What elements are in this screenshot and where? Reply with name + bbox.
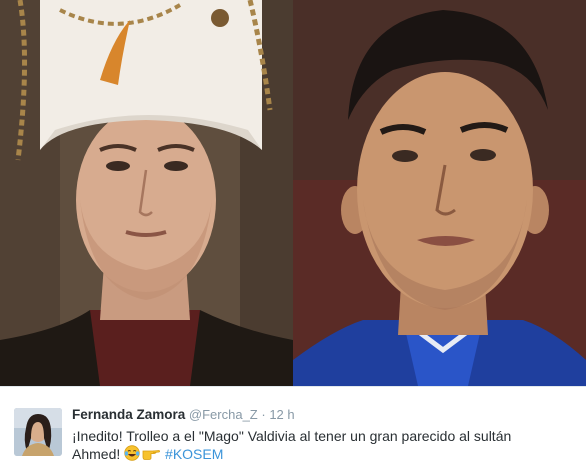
avatar[interactable] (14, 408, 62, 456)
tweet-timestamp[interactable]: 12 h (269, 407, 294, 422)
footballer-illustration (293, 0, 586, 386)
tweet-body: Fernanda Zamora @Fercha_Z · 12 h ¡Inedit… (72, 406, 577, 463)
footballer-photo[interactable] (293, 0, 586, 386)
tweet-text-line-2: Ahmed! #KOSEM (72, 445, 577, 463)
tweet-photos[interactable] (0, 0, 586, 386)
separator-dot: · (261, 407, 266, 422)
tweet-text: ¡Inedito! Trolleo a el "Mago" Valdivia a… (72, 427, 577, 463)
sultan-photo[interactable] (0, 0, 293, 386)
hashtag-link[interactable]: #KOSEM (165, 446, 223, 462)
tweet-header: Fernanda Zamora @Fercha_Z · 12 h (72, 406, 577, 424)
tweet-text-ahmed: Ahmed! (72, 446, 125, 462)
sultan-illustration (0, 0, 293, 386)
author-handle[interactable]: @Fercha_Z (189, 407, 258, 422)
tweet-card[interactable]: Fernanda Zamora @Fercha_Z · 12 h ¡Inedit… (0, 387, 586, 463)
laughing-tears-emoji-icon (124, 445, 141, 463)
tweet-text-line-1: ¡Inedito! Trolleo a el "Mago" Valdivia a… (72, 428, 512, 444)
avatar-image (14, 408, 62, 456)
author-name[interactable]: Fernanda Zamora (72, 407, 185, 422)
pointing-hand-emoji-icon (141, 445, 161, 463)
